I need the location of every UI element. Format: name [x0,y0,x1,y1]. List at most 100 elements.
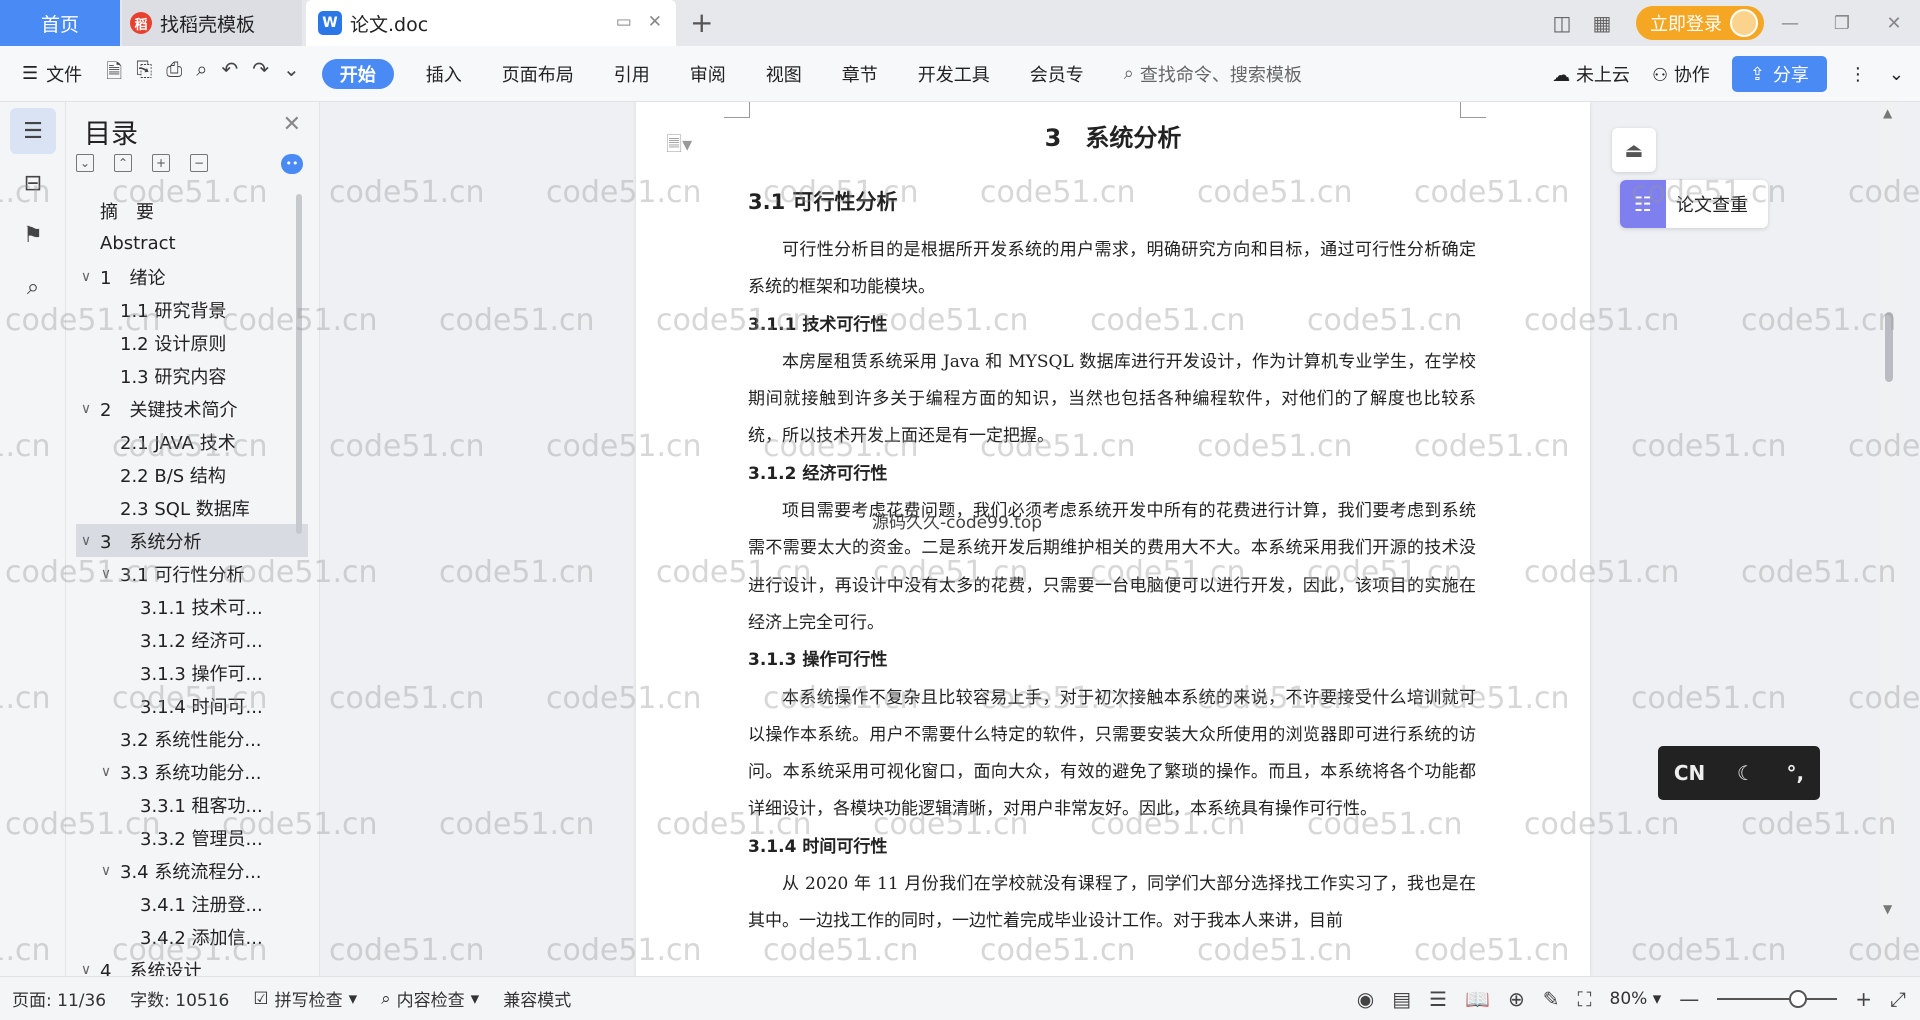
close-icon[interactable]: ✕ [283,112,301,137]
zoom-in-icon[interactable]: + [1855,987,1872,1011]
ribbon-tab-section[interactable]: 章节 [822,61,898,87]
chevron-down-icon[interactable]: ∨ [96,863,116,879]
toc-item[interactable]: 3.4.2 添加信... [76,920,308,953]
toc-item[interactable]: Abstract [76,227,308,260]
eye-protect-icon[interactable]: ◉ [1357,987,1374,1011]
toc-item[interactable]: 3.2 系统性能分... [76,722,308,755]
zoom-slider-knob[interactable] [1789,990,1808,1008]
undo-icon[interactable]: ↶ [221,57,238,91]
ribbon-tab-developer[interactable]: 开发工具 [898,61,1010,87]
remove-heading-icon[interactable]: − [190,154,208,172]
zoom-slider[interactable] [1717,990,1838,1008]
toc-item[interactable]: ∨ 1 绪论 [76,260,308,293]
chevron-down-icon[interactable]: ∨ [76,962,96,977]
toc-item[interactable]: 3.1.3 操作可... [76,656,308,689]
more-dropdown-icon[interactable]: ⌄ [283,57,300,91]
file-menu[interactable]: ☰ 文件 [0,61,96,87]
share-button[interactable]: ⇪ 分享 [1731,56,1827,92]
toc-item[interactable]: 3.1.1 技术可... [76,590,308,623]
scroll-up-icon[interactable]: ▲ [1883,106,1892,120]
moon-icon[interactable]: ☾ [1737,761,1755,785]
redo-icon[interactable]: ↷ [252,57,269,91]
layout-switch-icon[interactable]: ◫ [1542,11,1582,35]
minimize-icon[interactable]: — [1764,13,1816,34]
expand-all-icon[interactable]: ⌄ [76,154,94,172]
collapse-float-icon[interactable]: ⏏ [1612,128,1656,172]
chevron-down-icon[interactable]: ∨ [76,269,96,285]
add-heading-icon[interactable]: + [152,154,170,172]
ribbon-tab-review[interactable]: 审阅 [670,61,746,87]
scroll-down-icon[interactable]: ▼ [1883,902,1892,916]
ribbon-tab-insert[interactable]: 插入 [406,61,482,87]
fit-page-icon[interactable]: ⛶ [1578,987,1592,1011]
toc-item[interactable]: ∨ 4 系统设计 [76,953,308,977]
toc-item[interactable]: 1.2 设计原则 [76,326,308,359]
ai-assistant-icon[interactable]: •• [281,154,303,174]
apps-grid-icon[interactable]: ▦ [1582,11,1622,35]
toc-item[interactable]: 3.3.1 租客功... [76,788,308,821]
ime-language[interactable]: CN [1674,761,1705,785]
chevron-down-icon[interactable]: ∨ [76,533,96,549]
pen-icon[interactable]: ✎ [1543,987,1560,1011]
export-pdf-icon[interactable]: ⎘ [136,57,152,91]
scroll-thumb[interactable] [1885,312,1893,382]
tab-zhaodao[interactable]: 稻 找稻壳模板 [122,0,302,46]
toc-item[interactable]: 3.4.1 注册登... [76,887,308,920]
document-body[interactable]: 可行性分析目的是根据所开发系统的用户需求，明确研究方向和目标，通过可行性分析确定… [748,232,1476,941]
toc-item[interactable]: ∨ 2 关键技术简介 [76,392,308,425]
vertical-scrollbar[interactable]: ▲ ▼ [1880,102,1900,976]
chevron-down-icon[interactable]: ∨ [96,764,116,780]
toc-item[interactable]: 摘 要 [76,194,308,227]
punctuation-icon[interactable]: °, [1787,761,1805,785]
tab-document[interactable]: W 论文.doc ▭ ✕ [306,0,676,46]
fullscreen-icon[interactable]: ⤢ [1890,987,1906,1011]
screen-icon[interactable]: ▭ [616,12,632,32]
toc-item[interactable]: ∨ 3.4 系统流程分... [76,854,308,887]
toc-item[interactable]: ∨ 3 系统分析 [76,524,308,557]
ribbon-tab-member[interactable]: 会员专 [1010,61,1104,87]
close-tab-icon[interactable]: ✕ [648,12,662,32]
word-count[interactable]: 字数: 10516 [118,986,241,1011]
toc-item[interactable]: 3.1.4 时间可... [76,689,308,722]
close-window-icon[interactable]: ✕ [1868,13,1920,34]
toc-scrollbar[interactable] [296,194,302,534]
toc-item[interactable]: ∨ 3.1 可行性分析 [76,557,308,590]
paper-check-button[interactable]: ☷ 论文查重 [1620,180,1768,228]
toc-item[interactable]: 2.3 SQL 数据库 [76,491,308,524]
page-count[interactable]: 页面: 11/36 [0,986,118,1011]
chevron-down-icon[interactable]: ∨ [96,566,116,582]
command-search[interactable]: ⌕ 查找命令、搜索模板 [1124,61,1302,87]
login-button[interactable]: 立即登录 [1636,6,1764,40]
collapse-ribbon-icon[interactable]: ⌄ [1889,64,1904,85]
find-icon[interactable]: ⌕ [10,264,56,310]
more-icon[interactable]: ⋮ [1849,64,1867,85]
zoom-level[interactable]: 80% ▾ [1610,989,1662,1009]
read-view-icon[interactable]: 📖 [1465,987,1490,1011]
outline-view-icon[interactable]: ☰ [1429,987,1447,1011]
ribbon-tab-home[interactable]: 开始 [321,58,394,89]
page-view-icon[interactable]: ▤ [1392,987,1411,1011]
toc-item[interactable]: ∨ 3.3 系统功能分... [76,755,308,788]
toc-item[interactable]: 3.1.2 经济可... [76,623,308,656]
chapter-nav-icon[interactable]: ⊟ [10,160,56,206]
ribbon-tab-view[interactable]: 视图 [746,61,822,87]
collab-button[interactable]: ⚇ 协作 [1652,61,1710,87]
content-check-button[interactable]: ⌕ 内容检查 ▾ [369,986,491,1012]
document-page[interactable]: 🗏▾ 3 系统分析 3.1 可行性分析 可行性分析目的是根据所开发系统的用户需求… [636,102,1590,976]
toc-item[interactable]: 1.1 研究背景 [76,293,308,326]
chevron-down-icon[interactable]: ∨ [76,401,96,417]
save-icon[interactable]: 🗎 [106,57,122,91]
cloud-status[interactable]: ☁ 未上云 [1552,61,1630,87]
toc-item[interactable]: 3.3.2 管理员... [76,821,308,854]
bookmark-icon[interactable]: ⚑ [10,212,56,258]
ime-toolbar[interactable]: CN ☾ °, [1658,746,1820,800]
collapse-all-icon[interactable]: ⌃ [114,154,132,172]
toc-item[interactable]: 2.1 JAVA 技术 [76,425,308,458]
toc-item[interactable]: 2.2 B/S 结构 [76,458,308,491]
print-preview-icon[interactable]: ⌕ [196,57,207,91]
restore-icon[interactable]: ❐ [1816,13,1868,34]
print-icon[interactable]: ⎙ [166,57,182,91]
ribbon-tab-layout[interactable]: 页面布局 [482,61,594,87]
web-view-icon[interactable]: ⊕ [1508,987,1525,1011]
tab-home[interactable]: 首页 [0,0,120,46]
